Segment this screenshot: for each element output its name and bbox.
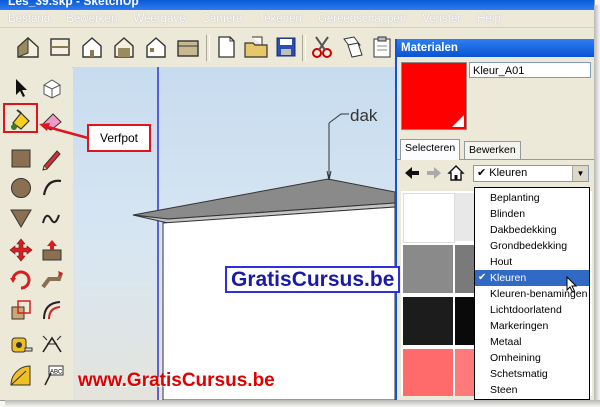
material-cell[interactable] [403,297,453,345]
site-watermark: www.GratisCursus.be [78,370,275,391]
tape-measure-icon[interactable] [8,332,34,358]
menu-bewerken[interactable]: Bewerken [66,13,117,25]
collection-select[interactable]: ✔ Kleuren ▼ [473,165,589,182]
back-view-icon[interactable] [142,33,170,61]
dropdown-option[interactable]: Hout [475,254,589,270]
frame-shadow-bottom [5,400,600,407]
dropdown-option[interactable]: Omheining [475,350,589,366]
views-toolbar [0,29,400,68]
circle-icon[interactable] [8,175,34,201]
save-icon[interactable] [272,33,300,61]
window-titlebar: Les_39.skp - SketchUp [0,0,594,10]
frame-shadow-right [594,5,600,407]
dropdown-option[interactable]: Dakbedekking [475,222,589,238]
dropdown-option[interactable]: Metaal [475,334,589,350]
mouse-cursor-icon [566,276,578,293]
rotate-icon[interactable] [8,267,34,293]
left-view-icon[interactable] [174,33,202,61]
create-material-icon[interactable] [452,115,464,127]
dropdown-option[interactable]: Markeringen [475,318,589,334]
forward-arrow-icon[interactable] [425,164,443,182]
dropdown-option-label: Kleuren [490,272,527,284]
callout-verfpot: Verfpot [87,124,151,152]
materials-nav: ✔ Kleuren ▼ [397,161,594,185]
front-view-icon[interactable] [78,33,106,61]
chevron-down-icon[interactable]: ▼ [572,166,588,181]
dropdown-option[interactable]: Blinden [475,206,589,222]
materials-tabs: Selecteren Bewerken [397,139,594,160]
home-icon[interactable] [447,164,465,182]
dimension-icon[interactable] [39,332,65,358]
dropdown-option[interactable]: Steen [475,382,589,398]
material-cell[interactable] [403,245,453,293]
menu-venster[interactable]: Venster [422,13,461,25]
checkmark-icon: ✔ [477,167,487,179]
dropdown-option[interactable]: Lichtdoorlatend [475,302,589,318]
window-title: Les_39.skp - SketchUp [8,0,139,8]
material-cell[interactable] [403,193,455,243]
menu-bar: Bestand Bewerken Weergave Camera Tekenen… [0,10,594,28]
svg-text:ABC: ABC [50,370,63,376]
tab-bewerken[interactable]: Bewerken [464,141,521,159]
paint-bucket-highlight [3,103,38,133]
top-view-icon[interactable] [46,33,74,61]
material-cell[interactable] [403,349,453,396]
menu-tekenen[interactable]: Tekenen [258,13,301,25]
select-arrow-icon[interactable] [8,75,34,101]
menu-camera[interactable]: Camera [202,13,243,25]
arc-icon[interactable] [39,175,65,201]
move-icon[interactable] [8,237,34,263]
dropdown-option[interactable]: Schetsmatig [475,366,589,382]
back-arrow-icon[interactable] [403,164,421,182]
sketchup-window: Les_39.skp - SketchUp Bestand Bewerken W… [0,0,595,401]
material-swatch[interactable] [401,62,467,130]
protractor-icon[interactable] [8,363,34,389]
material-name-field[interactable]: Kleur_A01 [469,62,591,78]
text-tool-icon[interactable]: ABC [39,363,65,389]
checkmark-icon: ✔ [478,272,487,283]
menu-help[interactable]: Help [477,13,501,25]
toolbar-separator [302,35,306,61]
follow-me-icon[interactable] [39,267,65,293]
right-view-icon[interactable] [110,33,138,61]
scale-icon[interactable] [8,297,34,323]
push-pull-icon[interactable] [39,237,65,263]
polygon-icon[interactable] [8,205,34,231]
tab-selecteren[interactable]: Selecteren [400,139,461,160]
open-icon[interactable] [242,33,270,61]
brand-banner: GratisCursus.be [225,266,401,293]
dropdown-option[interactable]: Grondbedekking [475,238,589,254]
model-label-dak: dak [350,106,378,125]
freehand-icon[interactable] [39,205,65,231]
paste-icon[interactable] [368,33,396,61]
new-icon[interactable] [212,33,240,61]
materials-panel-title[interactable]: Materialen [397,39,594,57]
pencil-icon[interactable] [39,145,65,171]
collection-selected-label: Kleuren [489,167,528,179]
dropdown-option[interactable]: Beplanting [475,190,589,206]
menu-weergave[interactable]: Weergave [133,13,185,25]
modeling-viewport[interactable] [73,67,395,400]
offset-icon[interactable] [39,297,65,323]
copy-icon[interactable] [338,33,366,61]
make-component-icon[interactable] [39,75,65,101]
cut-icon[interactable] [308,33,336,61]
rectangle-icon[interactable] [8,145,34,171]
toolbar-separator [206,35,210,61]
iso-view-icon[interactable] [14,33,42,61]
menu-gereedschappen[interactable]: Gereedschappen [318,13,406,25]
menu-bestand[interactable]: Bestand [8,13,50,25]
